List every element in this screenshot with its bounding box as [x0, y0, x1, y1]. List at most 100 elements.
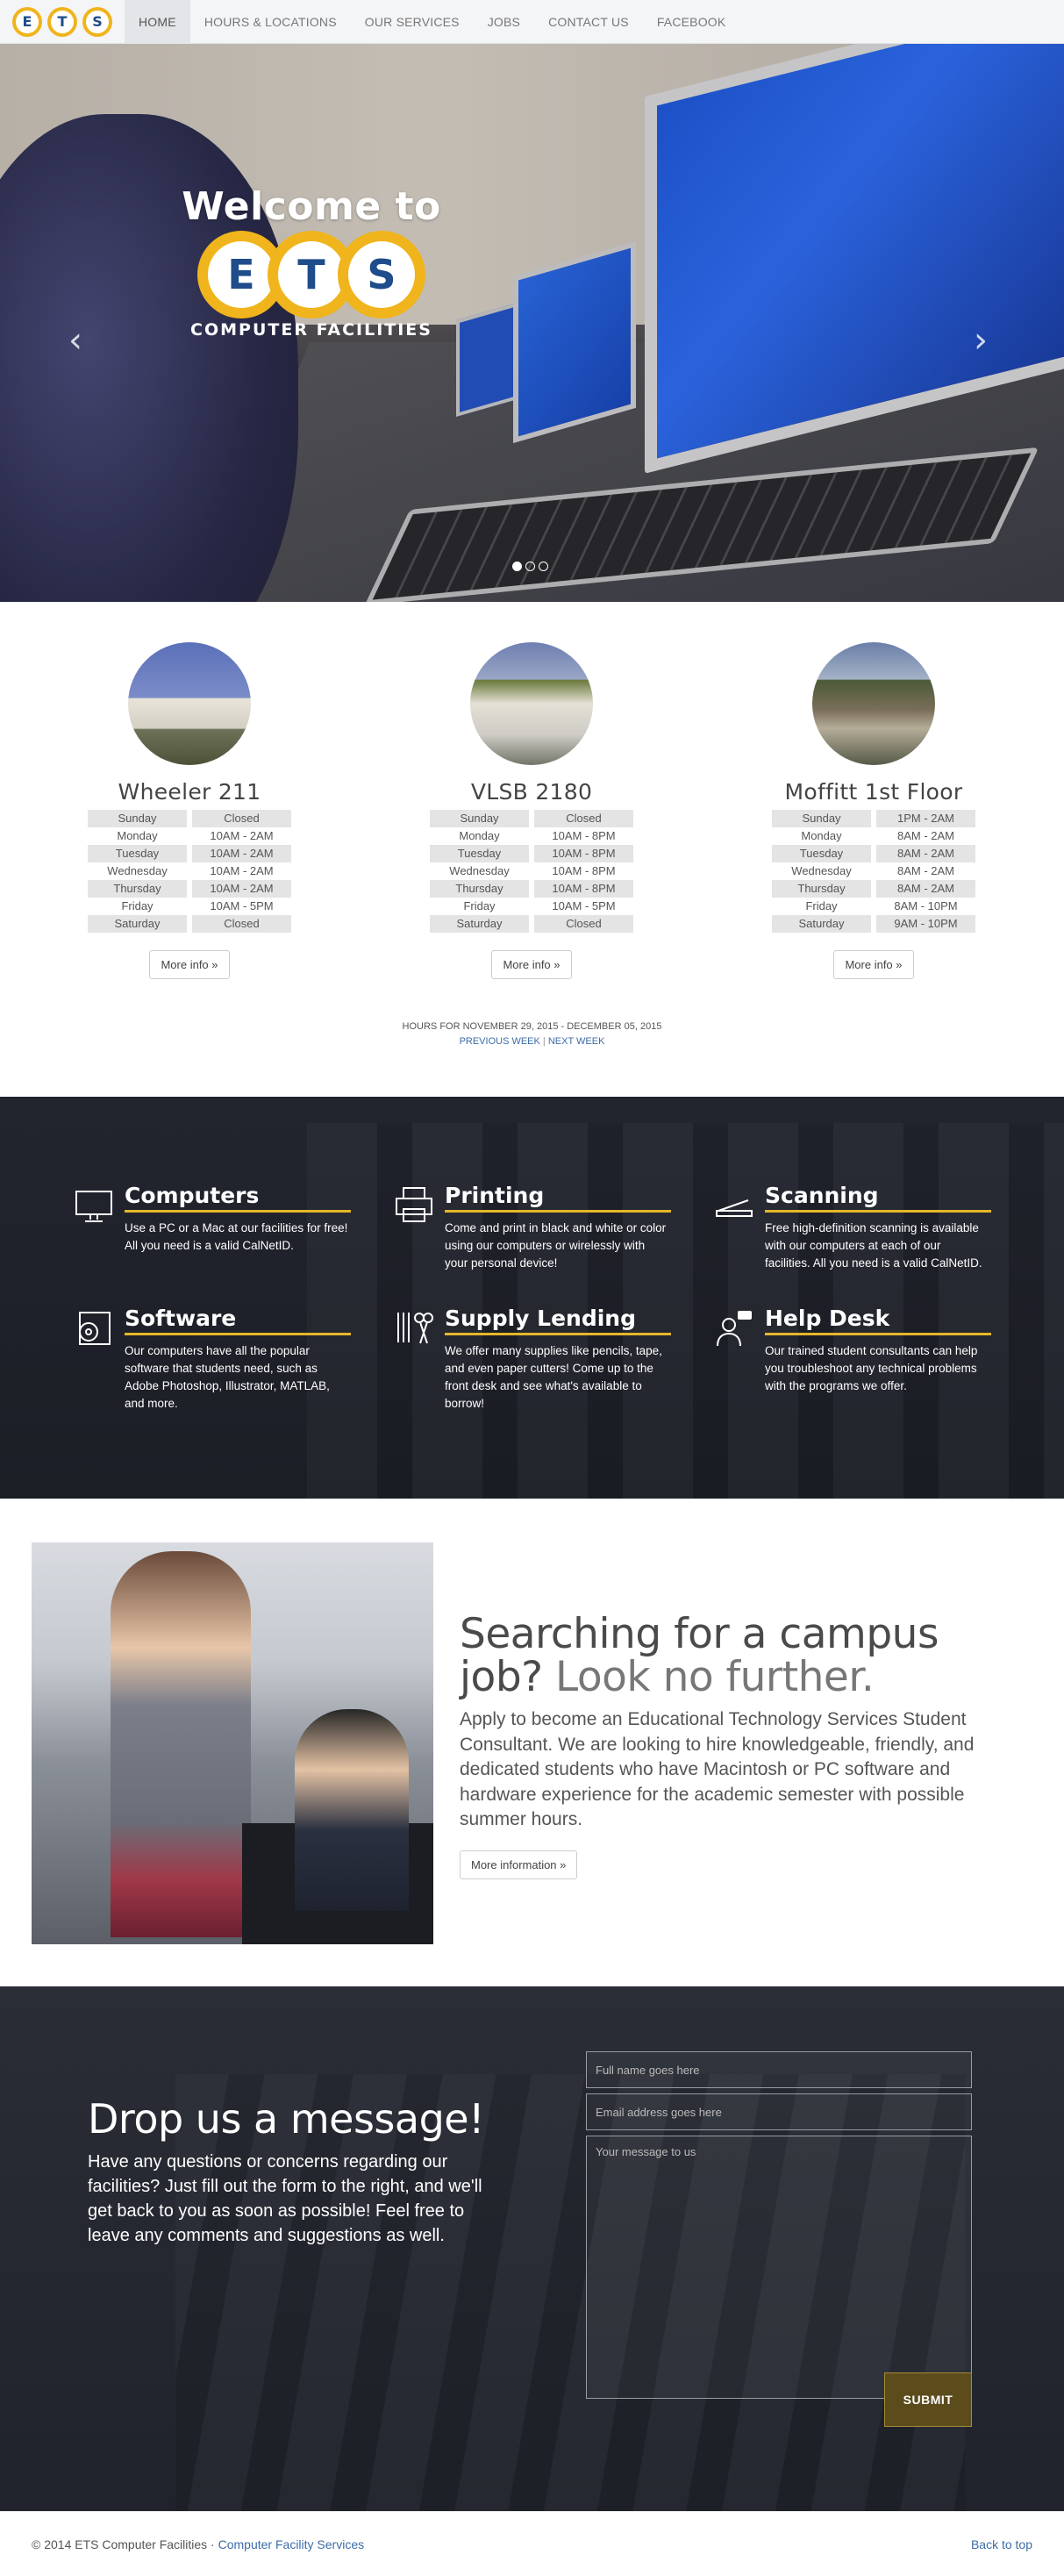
logo-letter: S: [348, 241, 415, 308]
service-help-desk: Help Desk Our trained student consultant…: [715, 1306, 991, 1395]
nav-hours-locations[interactable]: HOURS & LOCATIONS: [190, 0, 351, 44]
week-nav: PREVIOUS WEEK | NEXT WEEK: [0, 1036, 1064, 1047]
hours-value: 9AM - 10PM: [876, 915, 975, 933]
location-photo: [812, 642, 935, 765]
carousel-indicator[interactable]: [512, 562, 522, 571]
logo-letter: T: [278, 241, 345, 308]
message-field[interactable]: [586, 2136, 972, 2399]
hours-value: 1PM - 2AM: [876, 810, 975, 827]
hours-row: Sunday 1PM - 2AM: [772, 810, 975, 827]
footer-left: © 2014 ETS Computer Facilities · Compute…: [32, 2537, 364, 2551]
hours-value: 10AM - 2AM: [192, 845, 291, 862]
hours-value: 10AM - 2AM: [210, 829, 274, 842]
logo-ring-t: T: [47, 6, 77, 37]
jobs-heading-accent: Look no further.: [555, 1653, 875, 1701]
service-printing: Printing Come and print in black and whi…: [395, 1183, 671, 1272]
hours-row: Thursday 10AM - 2AM: [88, 880, 291, 898]
service-text: Come and print in black and white or col…: [445, 1221, 667, 1270]
day-label: Wednesday: [107, 864, 168, 877]
jobs-section: Searching for a campus job? Look no furt…: [0, 1499, 1064, 1986]
hours-row: Tuesday 8AM - 2AM: [772, 845, 975, 862]
submit-button[interactable]: SUBMIT: [884, 2372, 972, 2427]
hours-row: Friday 10AM - 5PM: [88, 898, 291, 915]
hours-row: Sunday Closed: [88, 810, 291, 827]
day-label: Wednesday: [449, 864, 510, 877]
location-photo: [128, 642, 251, 765]
hours-row: Saturday Closed: [430, 915, 633, 933]
day-label: Tuesday: [772, 845, 871, 862]
carousel-next-icon[interactable]: ›: [974, 320, 988, 361]
more-info-button[interactable]: More info »: [491, 950, 572, 979]
hero-welcome-text: Welcome to: [182, 184, 441, 229]
carousel-indicator[interactable]: [539, 562, 548, 571]
hours-value: 8AM - 10PM: [894, 899, 958, 912]
next-week-link[interactable]: NEXT WEEK: [548, 1036, 605, 1047]
service-title: Computers: [125, 1183, 351, 1213]
logo-letter: S: [86, 10, 109, 33]
service-title: Scanning: [765, 1183, 991, 1213]
hours-table: Sunday Closed Monday 10AM - 8PM Tuesday 10AM …: [430, 810, 633, 933]
back-to-top-link[interactable]: Back to top: [971, 2537, 1032, 2551]
day-label: Sunday: [88, 810, 187, 827]
hero-shade: [0, 44, 1064, 602]
nav-our-services[interactable]: OUR SERVICES: [351, 0, 474, 44]
jobs-more-info-button[interactable]: More information »: [460, 1850, 578, 1879]
week-info: HOURS FOR NOVEMBER 29, 2015 - DECEMBER 0…: [0, 1021, 1064, 1047]
copyright-text: © 2014 ETS Computer Facilities ·: [32, 2537, 218, 2551]
top-navbar: E T S HOME HOURS & LOCATIONS OUR SERVICE…: [0, 0, 1064, 44]
contact-section: Drop us a message! Have any questions or…: [0, 1986, 1064, 2511]
logo-letter: E: [16, 10, 39, 33]
email-field[interactable]: [586, 2093, 972, 2130]
nav-jobs[interactable]: JOBS: [474, 0, 534, 44]
hours-row: Sunday Closed: [430, 810, 633, 827]
service-text: Our trained student consultants can help…: [765, 1344, 978, 1392]
service-computers: Computers Use a PC or a Mac at our facil…: [75, 1183, 351, 1255]
service-title: Help Desk: [765, 1306, 991, 1335]
jobs-heading: Searching for a campus job? Look no furt…: [460, 1613, 1030, 1699]
full-name-field[interactable]: [586, 2051, 972, 2088]
more-info-button[interactable]: More info »: [833, 950, 914, 979]
nav-contact-us[interactable]: CONTACT US: [534, 0, 643, 44]
service-text: We offer many supplies like pencils, tap…: [445, 1344, 662, 1410]
services-section: Computers Use a PC or a Mac at our facil…: [0, 1097, 1064, 1499]
logo-ring-e: E: [12, 6, 42, 37]
previous-week-link[interactable]: PREVIOUS WEEK: [460, 1036, 540, 1047]
ets-logo[interactable]: E T S: [0, 6, 125, 37]
service-title: Software: [125, 1306, 351, 1335]
hours-row: Thursday 8AM - 2AM: [772, 880, 975, 898]
hours-value: 10AM - 5PM: [210, 899, 274, 912]
computer-facility-services-link[interactable]: Computer Facility Services: [218, 2537, 365, 2551]
logo-ring-s: S: [338, 231, 425, 318]
hours-row: Thursday 10AM - 8PM: [430, 880, 633, 898]
day-label: Thursday: [88, 880, 187, 898]
location-name: VLSB 2180: [470, 779, 593, 805]
day-label: Monday: [117, 829, 158, 842]
hours-value: 10AM - 8PM: [534, 880, 633, 898]
carousel-indicator[interactable]: [525, 562, 535, 571]
help-desk-person-icon: [715, 1309, 753, 1348]
nav-facebook[interactable]: FACEBOOK: [643, 0, 740, 44]
hours-row: Wednesday 8AM - 2AM: [772, 862, 975, 880]
location-card: Wheeler 211 Sunday Closed Monday 10AM - 2AM…: [88, 642, 291, 979]
contact-intro: Drop us a message! Have any questions or…: [88, 2095, 509, 2248]
nav-home[interactable]: HOME: [125, 0, 190, 44]
service-text: Use a PC or a Mac at our facilities for …: [125, 1221, 348, 1252]
carousel-prev-icon[interactable]: ‹: [68, 320, 82, 361]
day-label: Sunday: [772, 810, 871, 827]
location-card: VLSB 2180 Sunday Closed Monday 10AM - 8PM Tu…: [430, 642, 633, 979]
hours-row: Monday 10AM - 2AM: [88, 827, 291, 845]
day-label: Saturday: [430, 915, 529, 933]
hours-row: Monday 8AM - 2AM: [772, 827, 975, 845]
hours-row: Saturday 9AM - 10PM: [772, 915, 975, 933]
location-name: Moffitt 1st Floor: [784, 779, 963, 805]
hours-value: 10AM - 5PM: [552, 899, 616, 912]
day-label: Wednesday: [791, 864, 852, 877]
day-label: Sunday: [430, 810, 529, 827]
week-range-label: HOURS FOR NOVEMBER 29, 2015 - DECEMBER 0…: [402, 1021, 662, 1032]
more-info-button[interactable]: More info »: [149, 950, 230, 979]
hours-row: Tuesday 10AM - 8PM: [430, 845, 633, 862]
day-label: Thursday: [772, 880, 871, 898]
scissors-tools-icon: [395, 1309, 433, 1348]
day-label: Tuesday: [88, 845, 187, 862]
hours-value: Closed: [534, 915, 633, 933]
